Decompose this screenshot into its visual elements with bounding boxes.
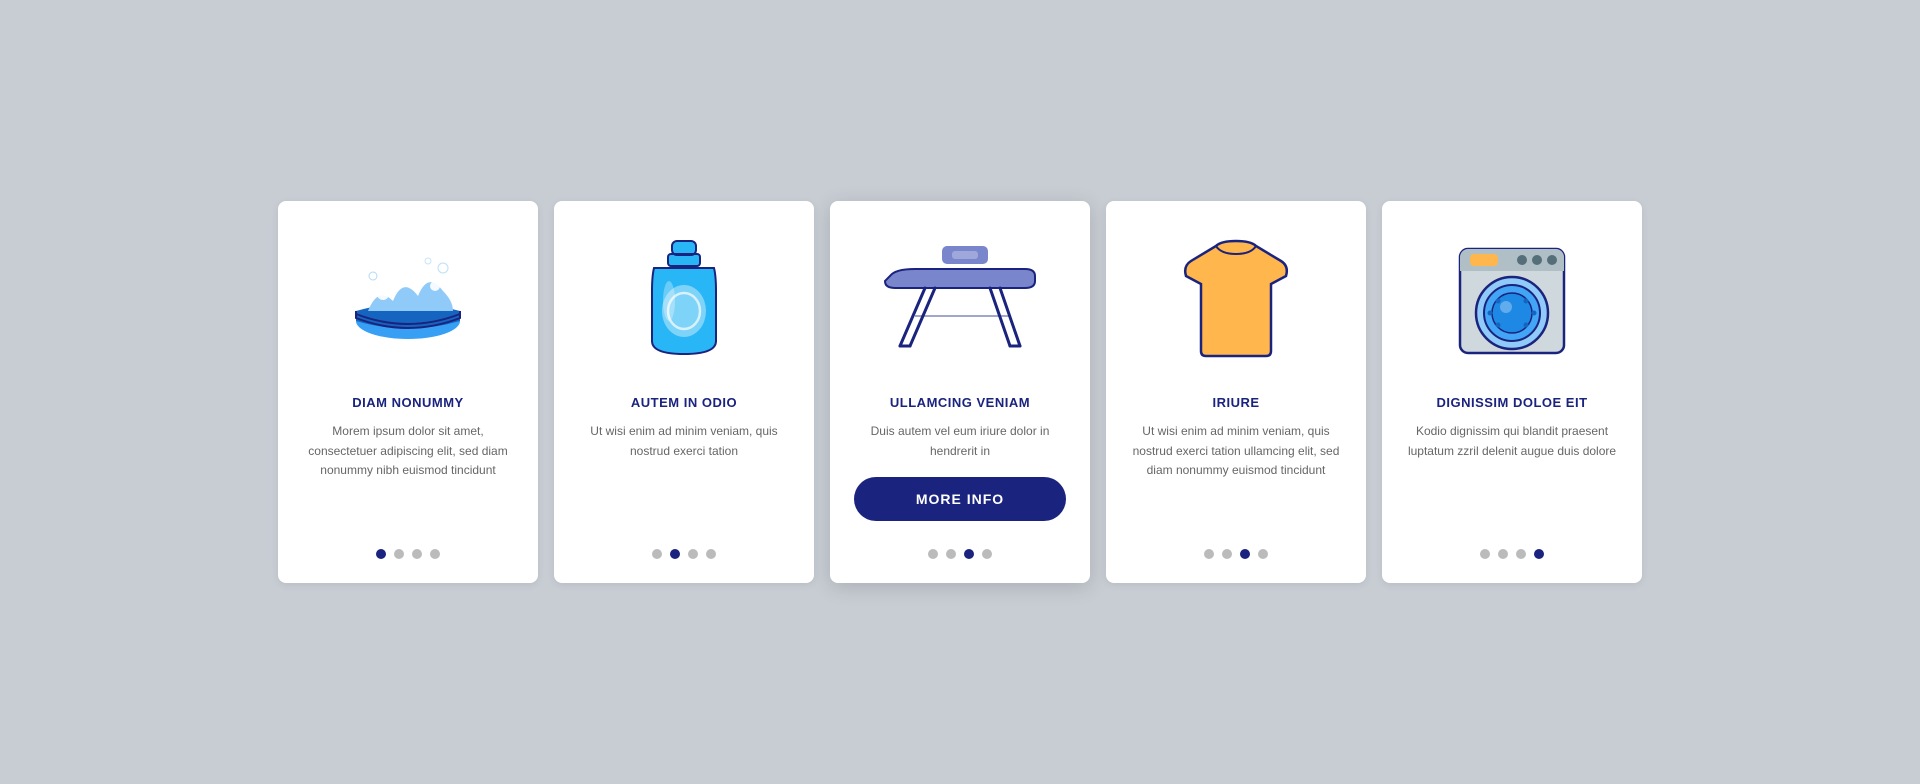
wash-basin-icon — [343, 246, 473, 356]
dots-5 — [1480, 549, 1544, 559]
card-ironing-board: ULLAMCING VENIAM Duis autem vel eum iriu… — [830, 201, 1090, 582]
dot — [430, 549, 440, 559]
icon-area-1 — [343, 231, 473, 371]
tshirt-icon — [1171, 236, 1301, 366]
card-text-5: Kodio dignissim qui blandit praesent lup… — [1406, 422, 1618, 524]
card-text-4: Ut wisi enim ad minim veniam, quis nostr… — [1130, 422, 1342, 524]
dot-active — [1240, 549, 1250, 559]
dot — [412, 549, 422, 559]
dot — [394, 549, 404, 559]
dot — [1498, 549, 1508, 559]
dots-3 — [928, 549, 992, 559]
card-tshirt: IRIURE Ut wisi enim ad minim veniam, qui… — [1106, 201, 1366, 582]
more-info-button[interactable]: MORE INFO — [854, 477, 1066, 521]
dot — [1204, 549, 1214, 559]
card-detergent: AUTEM IN ODIO Ut wisi enim ad minim veni… — [554, 201, 814, 582]
card-washing-machine: DIGNISSIM DOLOE EIT Kodio dignissim qui … — [1382, 201, 1642, 582]
dot-active — [670, 549, 680, 559]
dot — [1480, 549, 1490, 559]
dot — [706, 549, 716, 559]
icon-area-4 — [1171, 231, 1301, 371]
card-text-1: Morem ipsum dolor sit amet, consectetuer… — [302, 422, 514, 524]
washing-machine-icon — [1452, 241, 1572, 361]
icon-area-5 — [1452, 231, 1572, 371]
dot-active — [376, 549, 386, 559]
card-title-2: AUTEM IN ODIO — [631, 395, 737, 410]
dot — [1516, 549, 1526, 559]
card-title-5: DIGNISSIM DOLOE EIT — [1436, 395, 1587, 410]
dot — [946, 549, 956, 559]
dot — [1222, 549, 1232, 559]
dot — [928, 549, 938, 559]
detergent-icon — [634, 236, 734, 366]
card-text-2: Ut wisi enim ad minim veniam, quis nostr… — [578, 422, 790, 524]
card-text-3: Duis autem vel eum iriure dolor in hendr… — [854, 422, 1066, 460]
ironing-board-icon — [880, 241, 1040, 361]
dot — [982, 549, 992, 559]
card-title-1: DIAM NONUMMY — [352, 395, 463, 410]
dot-active — [964, 549, 974, 559]
icon-area-3 — [880, 231, 1040, 371]
cards-container: DIAM NONUMMY Morem ipsum dolor sit amet,… — [218, 161, 1702, 622]
dot — [1258, 549, 1268, 559]
dots-2 — [652, 549, 716, 559]
dots-4 — [1204, 549, 1268, 559]
card-title-3: ULLAMCING VENIAM — [890, 395, 1030, 410]
card-title-4: IRIURE — [1212, 395, 1259, 410]
dot — [688, 549, 698, 559]
icon-area-2 — [634, 231, 734, 371]
card-wash-basin: DIAM NONUMMY Morem ipsum dolor sit amet,… — [278, 201, 538, 582]
dot — [652, 549, 662, 559]
dots-1 — [376, 549, 440, 559]
dot-active — [1534, 549, 1544, 559]
